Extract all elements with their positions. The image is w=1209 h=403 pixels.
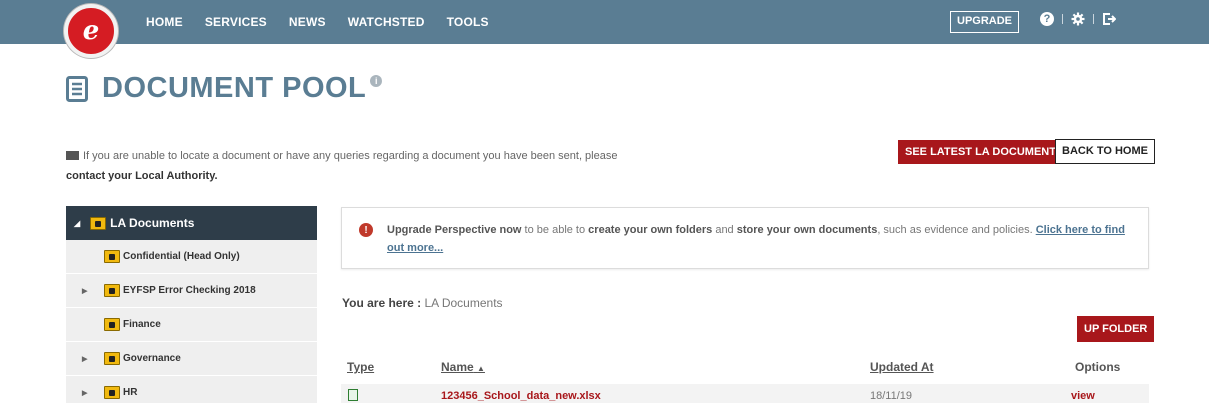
page-title-text: DOCUMENT POOL — [102, 72, 367, 104]
promo-text: and — [712, 224, 737, 236]
info-icon[interactable]: i — [370, 74, 383, 87]
notice-text: If you are unable to locate a document o… — [83, 150, 618, 162]
file-name-link[interactable]: 123456_School_data_new.xlsx — [441, 390, 601, 402]
tree-root-label: LA Documents — [110, 216, 195, 230]
divider — [1093, 14, 1094, 24]
main-nav: HOME SERVICES NEWS WATCHSTED TOOLS — [146, 0, 489, 44]
upgrade-promo-box: ! Upgrade Perspective now to be able to … — [341, 207, 1149, 269]
folder-tree: ◢ LA Documents Confidential (Head Only) … — [66, 206, 317, 403]
sort-asc-icon: ▲ — [477, 364, 485, 373]
app-logo[interactable]: e — [64, 4, 118, 58]
tree-item-label: Finance — [123, 319, 161, 330]
tree-item-hr[interactable]: ▶ HR — [66, 376, 317, 403]
promo-bold: create your own folders — [588, 224, 713, 236]
column-header-updated[interactable]: Updated At — [870, 360, 934, 374]
alert-icon: ! — [359, 223, 373, 237]
promo-lead: Upgrade Perspective now — [387, 224, 522, 236]
updated-at-cell: 18/11/19 — [870, 390, 913, 402]
logo-letter: e — [82, 16, 100, 46]
promo-bold: store your own documents — [736, 224, 878, 236]
nav-watchsted[interactable]: WATCHSTED — [348, 15, 425, 29]
tree-item-label: HR — [123, 387, 138, 398]
breadcrumb: You are here : LA Documents — [342, 296, 503, 310]
caret-right-icon[interactable]: ▶ — [82, 355, 87, 363]
column-header-type[interactable]: Type — [347, 360, 374, 374]
document-icon — [66, 75, 88, 102]
folder-icon — [104, 386, 120, 399]
folder-icon — [104, 250, 120, 263]
tree-item-label: Confidential (Head Only) — [123, 251, 240, 262]
caret-down-icon[interactable]: ◢ — [74, 219, 80, 228]
folder-icon — [104, 352, 120, 365]
gear-icon[interactable] — [1071, 12, 1085, 26]
column-header-options: Options — [1075, 360, 1121, 374]
column-header-name[interactable]: Name ▲ — [441, 360, 485, 374]
view-link[interactable]: view — [1071, 390, 1095, 402]
contact-notice: If you are unable to locate a document o… — [66, 146, 706, 186]
promo-text: , such as evidence and policies. — [877, 224, 1036, 236]
divider — [1062, 14, 1063, 24]
nav-home[interactable]: HOME — [146, 15, 183, 29]
top-nav-bar: e HOME SERVICES NEWS WATCHSTED TOOLS UPG… — [0, 0, 1209, 58]
tree-item-governance[interactable]: ▶ Governance — [66, 342, 317, 376]
back-to-home-button[interactable]: BACK TO HOME — [1055, 139, 1155, 164]
nav-tools[interactable]: TOOLS — [447, 15, 489, 29]
tree-item-confidential[interactable]: Confidential (Head Only) — [66, 240, 317, 274]
see-latest-la-documents-button[interactable]: SEE LATEST LA DOCUMENTS — [898, 140, 1071, 164]
envelope-icon — [66, 151, 79, 160]
tree-item-label: Governance — [123, 353, 181, 364]
tree-root-la-documents[interactable]: ◢ LA Documents — [66, 206, 317, 240]
tree-item-finance[interactable]: Finance — [66, 308, 317, 342]
contact-la-text: contact your Local Authority. — [66, 170, 218, 182]
excel-file-icon — [348, 389, 358, 401]
up-folder-button[interactable]: UP FOLDER — [1077, 316, 1155, 342]
tree-item-label: EYFSP Error Checking 2018 — [123, 285, 256, 296]
breadcrumb-label: You are here : — [342, 296, 422, 310]
promo-text: to be able to — [521, 224, 589, 236]
page-title: DOCUMENT POOL i — [66, 72, 383, 105]
nav-news[interactable]: NEWS — [289, 15, 326, 29]
upgrade-promo-text: Upgrade Perspective now to be able to cr… — [387, 221, 1137, 257]
folder-icon — [90, 216, 107, 230]
upgrade-button[interactable]: UPGRADE — [950, 11, 1020, 33]
top-icon-group: ? — [1040, 12, 1116, 26]
breadcrumb-path: LA Documents — [424, 296, 503, 310]
logout-icon[interactable] — [1102, 12, 1116, 26]
caret-right-icon[interactable]: ▶ — [82, 389, 87, 397]
nav-services[interactable]: SERVICES — [205, 15, 267, 29]
caret-right-icon[interactable]: ▶ — [82, 287, 87, 295]
folder-icon — [104, 318, 120, 331]
folder-icon — [104, 284, 120, 297]
tree-item-eyfsp[interactable]: ▶ EYFSP Error Checking 2018 — [66, 274, 317, 308]
help-icon[interactable]: ? — [1040, 12, 1054, 26]
column-header-name-label: Name — [441, 360, 474, 374]
